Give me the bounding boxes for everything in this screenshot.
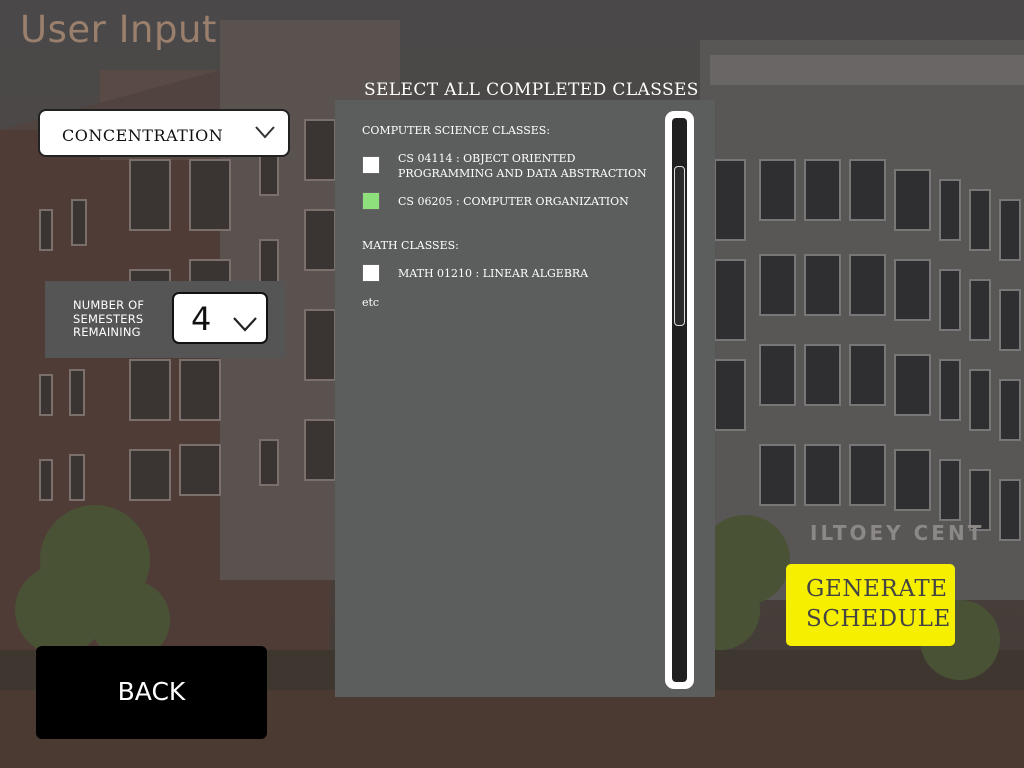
group-title-math: MATH CLASSES:	[362, 239, 459, 252]
generate-schedule-label: GENERATE SCHEDULE	[806, 576, 951, 632]
chevron-down-icon	[233, 317, 257, 332]
group-title-cs: COMPUTER SCIENCE CLASSES:	[362, 124, 551, 137]
chevron-down-icon	[255, 126, 275, 139]
back-label: BACK	[117, 677, 186, 706]
semesters-label: NUMBER OF SEMESTERS REMAINING	[73, 298, 145, 339]
page-title: User Input	[20, 8, 217, 51]
class-checkbox[interactable]	[362, 264, 380, 282]
class-checkbox[interactable]	[362, 192, 380, 210]
class-label: CS 04114 : OBJECT ORIENTED PROGRAMMING A…	[398, 152, 647, 180]
semesters-panel: NUMBER OF SEMESTERS REMAINING 4	[45, 281, 285, 358]
scrollbar-thumb[interactable]	[674, 166, 685, 326]
classes-title: SELECT ALL COMPLETED CLASSES	[364, 80, 699, 100]
class-list-scrollbar[interactable]	[665, 111, 694, 689]
semesters-select[interactable]: 4	[172, 292, 268, 344]
building-sign-text: ILTOEY CENT	[810, 521, 984, 545]
concentration-label: CONCENTRATION	[62, 126, 224, 145]
class-label: MATH 01210 : LINEAR ALGEBRA	[398, 267, 589, 280]
class-checkbox[interactable]	[362, 156, 380, 174]
more-classes-text: etc	[362, 296, 380, 309]
back-button[interactable]: BACK	[36, 646, 267, 739]
class-label: CS 06205 : COMPUTER ORGANIZATION	[398, 195, 629, 208]
semesters-value: 4	[191, 300, 212, 338]
class-list-panel: COMPUTER SCIENCE CLASSES: CS 04114 : OBJ…	[335, 100, 715, 697]
concentration-dropdown[interactable]: CONCENTRATION	[38, 109, 290, 157]
generate-schedule-button[interactable]: GENERATE SCHEDULE	[786, 564, 955, 646]
